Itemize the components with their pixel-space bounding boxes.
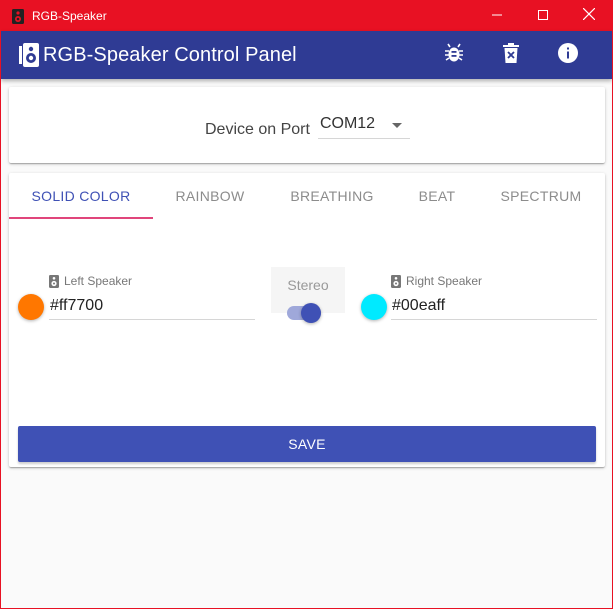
minimize-icon bbox=[492, 7, 502, 25]
tab-indicator bbox=[9, 217, 153, 219]
right-speaker-label: Right Speaker bbox=[391, 274, 482, 288]
speaker-icon bbox=[391, 274, 401, 288]
appbar-actions bbox=[425, 31, 596, 79]
close-button[interactable] bbox=[566, 1, 612, 31]
maximize-button[interactable] bbox=[520, 1, 566, 31]
app-bar: RGB-Speaker Control Panel bbox=[1, 31, 612, 79]
tab-solid-color[interactable]: SOLID COLOR bbox=[9, 173, 153, 219]
debug-button[interactable] bbox=[425, 31, 482, 79]
mode-tabs: SOLID COLOR RAINBOW BREATHING BEAT SPECT… bbox=[9, 173, 605, 219]
bug-icon bbox=[444, 43, 463, 68]
mode-card: SOLID COLOR RAINBOW BREATHING BEAT SPECT… bbox=[9, 173, 605, 467]
window-title: RGB-Speaker bbox=[32, 9, 107, 23]
left-color-input[interactable]: #ff7700 bbox=[49, 294, 255, 320]
info-icon bbox=[557, 42, 578, 68]
chevron-down-icon bbox=[391, 123, 402, 128]
window-controls bbox=[474, 1, 612, 31]
speaker-icon bbox=[10, 8, 26, 24]
right-speaker-label-text: Right Speaker bbox=[406, 274, 483, 288]
device-row: Device on Port COM12 bbox=[205, 115, 410, 139]
left-color-swatch[interactable] bbox=[18, 294, 44, 320]
device-label: Device on Port bbox=[205, 121, 310, 138]
maximize-icon bbox=[538, 7, 548, 25]
right-color-swatch[interactable] bbox=[361, 294, 387, 320]
right-color-input[interactable]: #00eaff bbox=[391, 294, 597, 320]
left-speaker-label: Left Speaker bbox=[49, 274, 132, 288]
tab-beat[interactable]: BEAT bbox=[397, 173, 477, 219]
tab-rainbow[interactable]: RAINBOW bbox=[153, 173, 267, 219]
minimize-button[interactable] bbox=[474, 1, 520, 31]
stereo-toggle[interactable] bbox=[287, 303, 323, 323]
right-speaker-field: Right Speaker #00eaff bbox=[391, 274, 597, 324]
left-speaker-field: Left Speaker #ff7700 bbox=[49, 274, 255, 324]
title-bar[interactable]: RGB-Speaker bbox=[1, 1, 612, 31]
tab-breathing[interactable]: BREATHING bbox=[267, 173, 397, 219]
delete-icon bbox=[502, 42, 519, 68]
device-card: Device on Port COM12 bbox=[9, 87, 605, 163]
app-title: RGB-Speaker Control Panel bbox=[43, 43, 297, 66]
app-window: RGB-Speaker RGB-Speaker Control Panel De… bbox=[0, 0, 613, 609]
left-speaker-label-text: Left Speaker bbox=[64, 274, 133, 288]
close-icon bbox=[582, 7, 596, 25]
info-button[interactable] bbox=[539, 31, 596, 79]
delete-button[interactable] bbox=[482, 31, 539, 79]
toggle-thumb bbox=[301, 303, 321, 323]
stereo-label: Stereo bbox=[287, 277, 329, 293]
save-button[interactable]: SAVE bbox=[18, 426, 596, 462]
tab-spectrum[interactable]: SPECTRUM bbox=[477, 173, 605, 219]
port-value: COM12 bbox=[319, 115, 376, 132]
speaker-icon bbox=[49, 274, 59, 288]
speaker-icon bbox=[19, 42, 41, 68]
port-select[interactable]: COM12 bbox=[317, 115, 410, 139]
